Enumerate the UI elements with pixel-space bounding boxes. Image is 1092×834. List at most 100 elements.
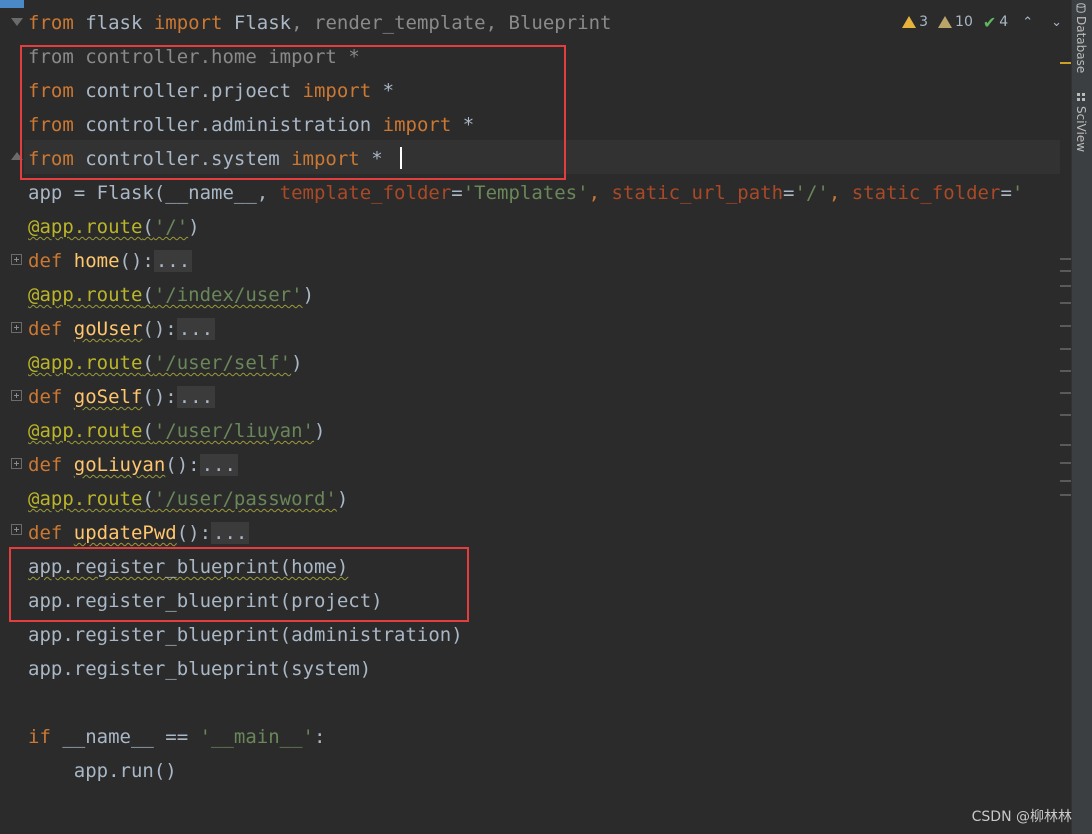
code-line-7[interactable]: @app.route('/') bbox=[28, 210, 200, 244]
paren: ( bbox=[142, 488, 154, 510]
previous-highlight-button[interactable]: ⌃ bbox=[1018, 15, 1037, 30]
code-line-6[interactable]: app = Flask(__name__, template_folder='T… bbox=[28, 176, 1023, 210]
decorator: @app.route bbox=[28, 216, 143, 238]
folded-region[interactable]: ... bbox=[176, 386, 216, 408]
keyword: def bbox=[28, 386, 74, 408]
paren: ( bbox=[142, 284, 154, 306]
separator: , bbox=[828, 182, 852, 204]
code-line-20[interactable]: app.register_blueprint(system) bbox=[28, 652, 371, 686]
highlight-box-imports bbox=[20, 45, 566, 180]
fold-expand-icon[interactable] bbox=[11, 524, 22, 535]
function-name: home bbox=[73, 250, 120, 272]
keyword-argument: template_folder bbox=[279, 182, 452, 204]
fold-expand-icon[interactable] bbox=[11, 390, 22, 401]
import-name: Flask bbox=[222, 12, 292, 34]
keyword: import bbox=[153, 12, 223, 34]
code-line-19[interactable]: app.register_blueprint(administration) bbox=[28, 618, 463, 652]
decorator: @app.route bbox=[28, 420, 143, 442]
warnings-indicator[interactable]: 3 bbox=[902, 14, 928, 30]
operator: = bbox=[1000, 182, 1012, 204]
code-line-12[interactable]: def goSelf():... bbox=[28, 380, 216, 414]
unused-import: render_template bbox=[314, 12, 486, 34]
code-line-10[interactable]: def goUser():... bbox=[28, 312, 216, 346]
code-line-8[interactable]: def home():... bbox=[28, 244, 193, 278]
signature: (): bbox=[142, 386, 177, 408]
check-icon: ✔ bbox=[982, 12, 997, 32]
separator: , bbox=[291, 12, 315, 34]
string-literal: '/index/user' bbox=[153, 284, 303, 306]
string-literal: '/user/liuyan' bbox=[153, 420, 314, 442]
code-line-23[interactable]: app.run() bbox=[28, 754, 177, 788]
database-tab[interactable]: Database bbox=[1074, 16, 1088, 73]
watermark: CSDN @柳林林 bbox=[971, 809, 1072, 825]
decorator: @app.route bbox=[28, 488, 143, 510]
weak-warnings-count: 10 bbox=[955, 14, 973, 30]
folded-region[interactable]: ... bbox=[176, 318, 216, 340]
code-line-14[interactable]: def goLiuyan():... bbox=[28, 448, 238, 482]
decorator: @app.route bbox=[28, 352, 143, 374]
gutter-change-marker bbox=[0, 0, 24, 8]
code-line-15[interactable]: @app.route('/user/password') bbox=[28, 482, 348, 516]
highlight-box-register bbox=[9, 547, 469, 622]
folded-region[interactable]: ... bbox=[153, 250, 193, 272]
operator: = bbox=[783, 182, 795, 204]
keyword-argument: static_url_path bbox=[611, 182, 784, 204]
paren: ) bbox=[336, 488, 349, 510]
function-name: goSelf bbox=[73, 386, 143, 408]
signature: (): bbox=[142, 318, 177, 340]
signature: (): bbox=[176, 522, 212, 544]
database-icon bbox=[1076, 3, 1086, 13]
expression: __name__ == bbox=[50, 726, 200, 748]
code-line-22[interactable]: if __name__ == '__main__': bbox=[28, 720, 325, 754]
warning-icon bbox=[902, 16, 917, 28]
keyword: def bbox=[28, 318, 74, 340]
colon: : bbox=[314, 726, 326, 748]
paren: ( bbox=[142, 352, 154, 374]
operator: = bbox=[451, 182, 463, 204]
paren: ) bbox=[314, 420, 326, 442]
keyword: if bbox=[28, 726, 51, 748]
string-literal: '/user/password' bbox=[153, 488, 337, 510]
code-line-13[interactable]: @app.route('/user/liuyan') bbox=[28, 414, 325, 448]
string-literal: '/' bbox=[153, 216, 189, 238]
code-line-9[interactable]: @app.route('/index/user') bbox=[28, 278, 314, 312]
paren: ) bbox=[291, 352, 303, 374]
decorator: @app.route bbox=[28, 284, 143, 306]
sciview-tab[interactable]: SciView bbox=[1074, 106, 1088, 152]
paren: ( bbox=[142, 420, 154, 442]
folded-region[interactable]: ... bbox=[199, 454, 238, 476]
function-name: goUser bbox=[73, 318, 143, 340]
string-literal: '/' bbox=[794, 182, 829, 204]
keyword: def bbox=[28, 250, 74, 272]
assignment: app = Flask(__name__, bbox=[28, 182, 280, 204]
warnings-count: 3 bbox=[919, 14, 929, 30]
function-name: goLiuyan bbox=[73, 454, 166, 476]
sciview-icon bbox=[1077, 93, 1085, 101]
fold-open-icon[interactable] bbox=[11, 18, 23, 26]
paren: ) bbox=[302, 284, 315, 306]
folded-region[interactable]: ... bbox=[211, 522, 250, 544]
fold-expand-icon[interactable] bbox=[11, 322, 22, 333]
unused-import: Blueprint bbox=[508, 12, 612, 34]
fold-expand-icon[interactable] bbox=[11, 458, 22, 469]
signature: (): bbox=[165, 454, 200, 476]
function-name: updatePwd bbox=[73, 522, 177, 544]
keyword-argument: static_folder bbox=[851, 182, 1001, 204]
keyword: def bbox=[28, 454, 74, 476]
code-line-11[interactable]: @app.route('/user/self') bbox=[28, 346, 303, 380]
typo-indicator[interactable]: ✔ 4 bbox=[983, 13, 1008, 32]
inspection-widget[interactable]: 3 10 ✔ 4 ⌃ ⌄ bbox=[896, 12, 1066, 32]
separator: , bbox=[588, 182, 612, 204]
fold-expand-icon[interactable] bbox=[11, 254, 22, 265]
keyword: def bbox=[28, 522, 74, 544]
signature: (): bbox=[119, 250, 154, 272]
code-line-1[interactable]: from flask import Flask, render_template… bbox=[28, 6, 611, 40]
string-literal: '__main__' bbox=[199, 726, 314, 748]
separator: , bbox=[485, 12, 509, 34]
paren: ( bbox=[142, 216, 154, 238]
string-literal: '/user/self' bbox=[153, 352, 292, 374]
weak-warning-icon bbox=[938, 16, 953, 28]
code-line-16[interactable]: def updatePwd():... bbox=[28, 516, 250, 550]
weak-warnings-indicator[interactable]: 10 bbox=[938, 14, 973, 30]
string-literal: ' bbox=[1011, 182, 1024, 204]
